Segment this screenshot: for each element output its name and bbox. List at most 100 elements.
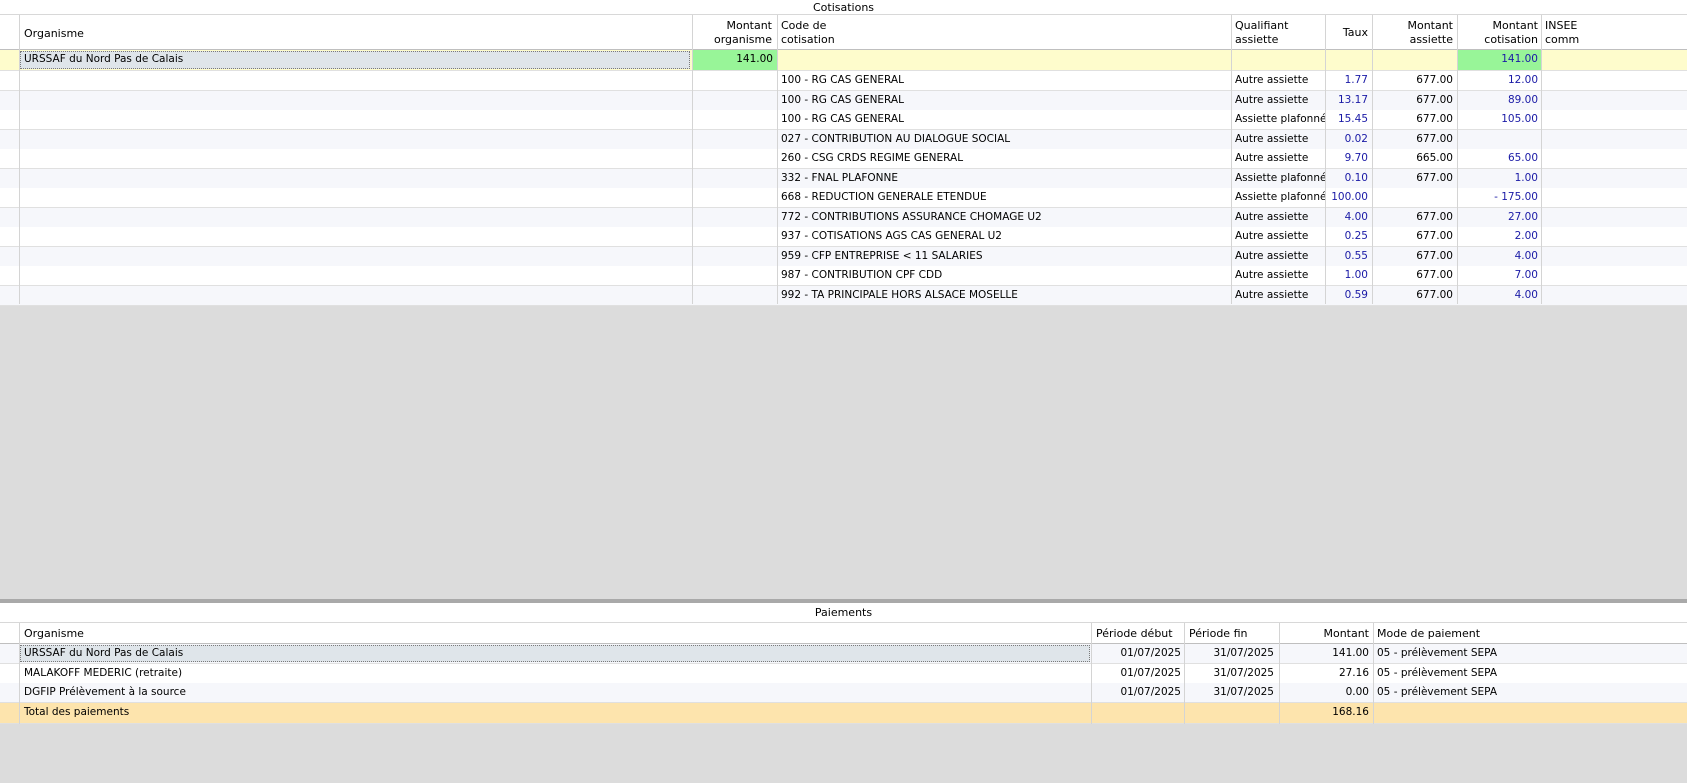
paiements-title: Paiements <box>0 603 1687 623</box>
grid-line <box>1372 15 1373 304</box>
header-periode-debut[interactable]: Période début <box>1092 624 1185 643</box>
grid-line <box>1373 623 1374 724</box>
code-cotisation-cell: 668 - REDUCTION GENERALE ETENDUE <box>781 191 987 203</box>
code-cotisation-cell: 992 - TA PRINCIPALE HORS ALSACE MOSELLE <box>781 288 1018 301</box>
table-row[interactable]: 100 - RG CAS GENERAL Assiette plafonnée 15… <box>0 110 1687 130</box>
taux-cell: 0.25 <box>1344 230 1368 242</box>
table-row[interactable]: 668 - REDUCTION GENERALE ETENDUE Assiette… <box>0 188 1687 208</box>
montant-cotisation-cell: 27.00 <box>1507 210 1538 223</box>
table-row[interactable]: 332 - FNAL PLAFONNE Assiette plafonnée 0.1… <box>0 168 1687 189</box>
table-row[interactable]: 027 - CONTRIBUTION AU DIALOGUE SOCIAL Aut… <box>0 129 1687 150</box>
code-cotisation-cell: 100 - RG CAS GENERAL <box>781 93 904 106</box>
grid-line <box>19 15 20 304</box>
header-code-cotisation-2[interactable]: cotisation <box>777 30 1227 49</box>
header-taux[interactable]: Taux <box>1325 23 1372 42</box>
code-cotisation-cell: 027 - CONTRIBUTION AU DIALOGUE SOCIAL <box>781 132 1011 145</box>
montant-cotisation-cell: 1.00 <box>1514 171 1538 184</box>
montant-assiette-cell: 677.00 <box>1416 93 1453 106</box>
periode-fin-cell: 31/07/2025 <box>1213 686 1274 699</box>
header-pay-organisme[interactable]: Organisme <box>20 624 1090 643</box>
code-cotisation-cell: 332 - FNAL PLAFONNE <box>781 171 899 184</box>
mode-paiement-cell: 05 - prélèvement SEPA <box>1377 647 1498 659</box>
taux-cell: 0.02 <box>1344 132 1368 145</box>
paiements-header-row: Organisme Période début Période fin Mont… <box>0 623 1687 644</box>
code-cotisation-cell: 772 - CONTRIBUTIONS ASSURANCE CHOMAGE U2 <box>781 210 1042 223</box>
grid-line <box>1457 15 1458 304</box>
code-cotisation-cell: 959 - CFP ENTREPRISE < 11 SALARIES <box>781 249 983 262</box>
montant-cotisation-cell: - 175.00 <box>1494 191 1538 203</box>
grid-line <box>1279 623 1280 724</box>
table-row[interactable]: 100 - RG CAS GENERAL Autre assiette 13.17 6… <box>0 90 1687 111</box>
code-cotisation-cell: 937 - COTISATIONS AGS CAS GENERAL U2 <box>781 230 1002 242</box>
table-row[interactable]: DGFIP Prélèvement à la source 01/07/2025 3… <box>0 683 1687 704</box>
montant-assiette-cell: 677.00 <box>1416 269 1453 281</box>
qualifiant-cell: Autre assiette <box>1235 93 1309 106</box>
periode-debut-cell: 01/07/2025 <box>1120 686 1181 699</box>
montant-assiette-cell: 677.00 <box>1416 113 1453 125</box>
qualifiant-cell: Autre assiette <box>1235 210 1309 223</box>
table-row[interactable]: 987 - CONTRIBUTION CPF CDD Autre assiette… <box>0 266 1687 286</box>
montant-assiette-cell: 677.00 <box>1416 171 1453 184</box>
pay-montant-cell: 27.16 <box>1338 666 1369 679</box>
header-montant-organisme-2[interactable]: organisme <box>692 30 776 49</box>
table-row[interactable]: 772 - CONTRIBUTIONS ASSURANCE CHOMAGE U2… <box>0 207 1687 228</box>
header-organisme[interactable]: Organisme <box>20 24 690 43</box>
montant-cotisation-cell: 4.00 <box>1514 249 1538 262</box>
table-row[interactable]: 260 - CSG CRDS REGIME GENERAL Autre assie… <box>0 149 1687 169</box>
montant-assiette-cell: 677.00 <box>1416 74 1453 86</box>
montant-cotisation-cell: 89.00 <box>1507 93 1538 106</box>
taux-cell: 15.45 <box>1337 113 1368 125</box>
qualifiant-cell: Autre assiette <box>1235 74 1309 86</box>
montant-cotisation-cell: 12.00 <box>1507 74 1538 86</box>
montant-organisme-value: 141.00 <box>693 50 777 70</box>
qualifiant-cell: Autre assiette <box>1235 230 1309 242</box>
header-montant-cotisation-2[interactable]: cotisation <box>1458 30 1542 49</box>
pay-montant-cell: 0.00 <box>1345 686 1369 699</box>
montant-assiette-cell: 677.00 <box>1416 288 1453 301</box>
qualifiant-cell: Assiette plafonnée <box>1235 191 1325 203</box>
montant-assiette-cell <box>1373 188 1457 207</box>
table-row[interactable]: 100 - RG CAS GENERAL Autre assiette 1.77 67… <box>0 71 1687 91</box>
montant-cotisation-cell: 105.00 <box>1501 113 1538 125</box>
table-row-total: Total des paiements 168.16 <box>0 703 1687 724</box>
periode-fin-cell: 31/07/2025 <box>1213 666 1274 679</box>
grid-line <box>1325 15 1326 304</box>
qualifiant-cell: Autre assiette <box>1235 269 1309 281</box>
code-cotisation-cell: 100 - RG CAS GENERAL <box>781 113 904 125</box>
organisme-value: URSSAF du Nord Pas de Calais <box>24 53 184 65</box>
table-row[interactable]: MALAKOFF MEDERIC (retraite) 01/07/2025 31/… <box>0 663 1687 684</box>
table-row[interactable]: 992 - TA PRINCIPALE HORS ALSACE MOSELLE A… <box>0 285 1687 306</box>
header-qualifiant-2[interactable]: assiette <box>1231 30 1325 49</box>
taux-cell: 4.00 <box>1344 210 1368 223</box>
cotisations-header-row: Organisme Montant organisme Code de coti… <box>0 15 1687 50</box>
header-periode-fin[interactable]: Période fin <box>1185 624 1278 643</box>
taux-cell: 1.00 <box>1344 269 1368 281</box>
taux-cell: 100.00 <box>1331 191 1368 203</box>
montant-assiette-cell: 665.00 <box>1416 152 1453 164</box>
table-row[interactable]: URSSAF du Nord Pas de Calais 01/07/2025 31… <box>0 644 1687 664</box>
mode-paiement-cell: 05 - prélèvement SEPA <box>1377 666 1498 679</box>
table-row-group[interactable]: URSSAF du Nord Pas de Calais 141.00 141.… <box>0 50 1687 71</box>
pay-organisme-cell: MALAKOFF MEDERIC (retraite) <box>24 666 183 679</box>
montant-cotisation-cell: 7.00 <box>1514 269 1538 281</box>
taux-cell: 9.70 <box>1344 152 1368 164</box>
grid-line <box>1184 623 1185 724</box>
periode-fin-cell: 31/07/2025 <box>1213 647 1274 659</box>
periode-debut-cell: 01/07/2025 <box>1120 647 1181 659</box>
grid-line <box>19 623 20 724</box>
code-cotisation-cell: 987 - CONTRIBUTION CPF CDD <box>781 269 943 281</box>
taux-cell: 0.59 <box>1344 288 1368 301</box>
table-row[interactable]: 959 - CFP ENTREPRISE < 11 SALARIES Autre … <box>0 246 1687 267</box>
grid-line <box>1541 15 1542 304</box>
header-montant-assiette-2[interactable]: assiette <box>1373 30 1457 49</box>
header-insee-2[interactable]: comm <box>1541 30 1687 49</box>
montant-cotisation-cell: 4.00 <box>1514 288 1538 301</box>
table-row[interactable]: 937 - COTISATIONS AGS CAS GENERAL U2 Autr… <box>0 227 1687 247</box>
montant-assiette-cell: 677.00 <box>1416 132 1453 145</box>
total-label: Total des paiements <box>24 706 130 718</box>
header-mode-paiement[interactable]: Mode de paiement <box>1373 624 1687 643</box>
total-montant: 168.16 <box>1332 706 1369 718</box>
code-cotisation-cell: 100 - RG CAS GENERAL <box>781 74 904 86</box>
header-pay-montant[interactable]: Montant <box>1279 624 1373 643</box>
grid-line <box>692 15 693 304</box>
